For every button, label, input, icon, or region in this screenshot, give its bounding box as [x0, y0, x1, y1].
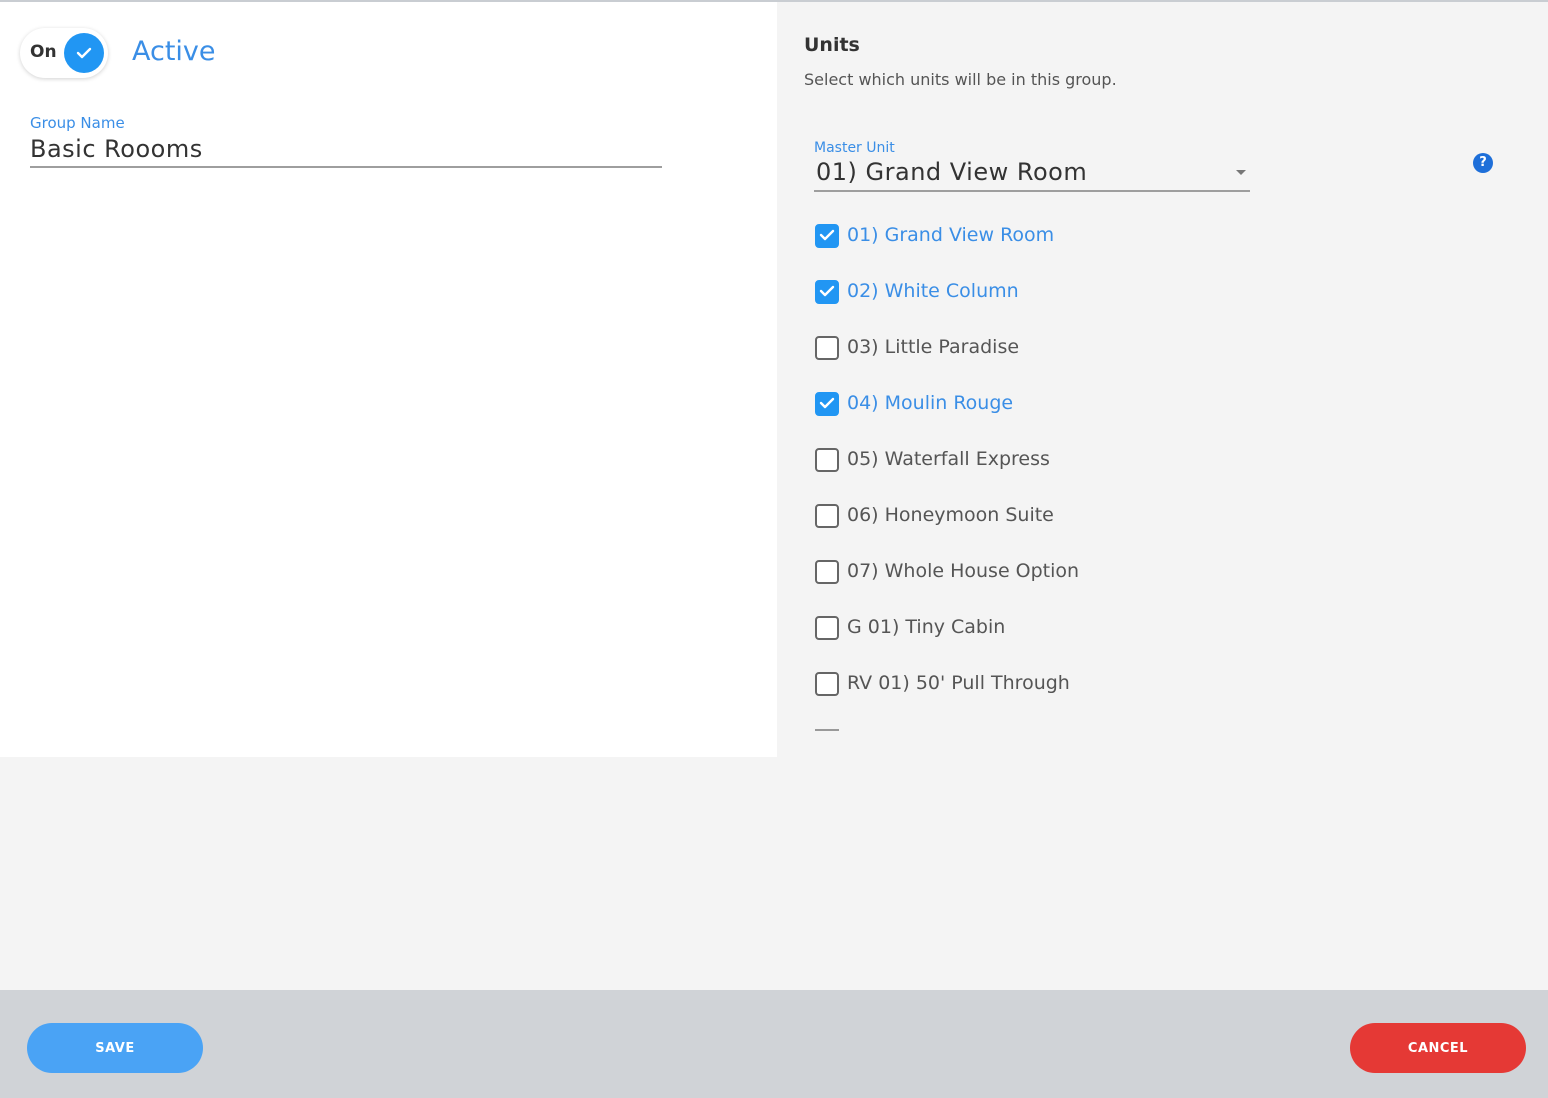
check-icon	[819, 229, 835, 241]
status-label: Active	[132, 36, 216, 67]
unit-checkbox-row[interactable]: 03) Little Paradise	[813, 320, 1233, 376]
units-panel: Units Select which units will be in this…	[777, 2, 1548, 757]
unit-label: 02) White Column	[847, 280, 1019, 302]
unit-label: 07) Whole House Option	[847, 560, 1080, 582]
clipped-checkbox	[815, 729, 839, 733]
checkbox[interactable]	[815, 280, 839, 304]
unit-checkbox-row[interactable]: G 01) Tiny Cabin	[813, 600, 1233, 656]
footer-bar: SAVE CANCEL	[0, 990, 1548, 1098]
unit-label: G 01) Tiny Cabin	[847, 616, 1006, 638]
toggle-label: On	[30, 42, 57, 62]
unit-label: 01) Grand View Room	[847, 224, 1055, 246]
unit-label: 06) Honeymoon Suite	[847, 504, 1054, 526]
active-toggle[interactable]: On	[20, 28, 108, 78]
unit-checkbox-row[interactable]: 05) Waterfall Express	[813, 432, 1233, 488]
save-button[interactable]: SAVE	[27, 1023, 203, 1073]
checkbox[interactable]	[815, 224, 839, 248]
checkbox[interactable]	[815, 672, 839, 696]
unit-checkbox-row[interactable]: RV 01) 50' Pull Through	[813, 656, 1233, 712]
group-name-label: Group Name	[30, 114, 125, 132]
checkbox[interactable]	[815, 504, 839, 528]
group-name-input[interactable]	[30, 132, 662, 168]
unit-label: 03) Little Paradise	[847, 336, 1020, 358]
checkbox[interactable]	[815, 448, 839, 472]
unit-label: RV 01) 50' Pull Through	[847, 672, 1070, 694]
units-description: Select which units will be in this group…	[804, 70, 1117, 89]
check-icon	[819, 397, 835, 409]
units-title: Units	[804, 34, 860, 56]
chevron-down-icon	[1236, 170, 1246, 175]
master-unit-select[interactable]: 01) Grand View Room	[814, 156, 1250, 192]
checkbox[interactable]	[815, 616, 839, 640]
checkbox[interactable]	[815, 336, 839, 360]
help-icon[interactable]: ?	[1473, 153, 1493, 173]
checkbox[interactable]	[815, 560, 839, 584]
unit-checkbox-row[interactable]: 02) White Column	[813, 264, 1233, 320]
master-unit-label: Master Unit	[814, 140, 895, 156]
check-icon	[64, 33, 104, 73]
unit-label: 04) Moulin Rouge	[847, 392, 1014, 414]
cancel-button[interactable]: CANCEL	[1350, 1023, 1526, 1073]
checkbox[interactable]	[815, 392, 839, 416]
master-unit-value: 01) Grand View Room	[816, 158, 1088, 186]
unit-checkbox-row[interactable]: 01) Grand View Room	[813, 208, 1233, 264]
group-details-panel: On Active Group Name	[0, 2, 777, 757]
unit-checkbox-row[interactable]: 04) Moulin Rouge	[813, 376, 1233, 432]
unit-label: 05) Waterfall Express	[847, 448, 1050, 470]
check-icon	[819, 285, 835, 297]
unit-checkbox-row[interactable]: 07) Whole House Option	[813, 544, 1233, 600]
unit-checkbox-row[interactable]: 06) Honeymoon Suite	[813, 488, 1233, 544]
unit-checkbox-list: 01) Grand View Room 02) White Column 03)…	[813, 208, 1233, 712]
